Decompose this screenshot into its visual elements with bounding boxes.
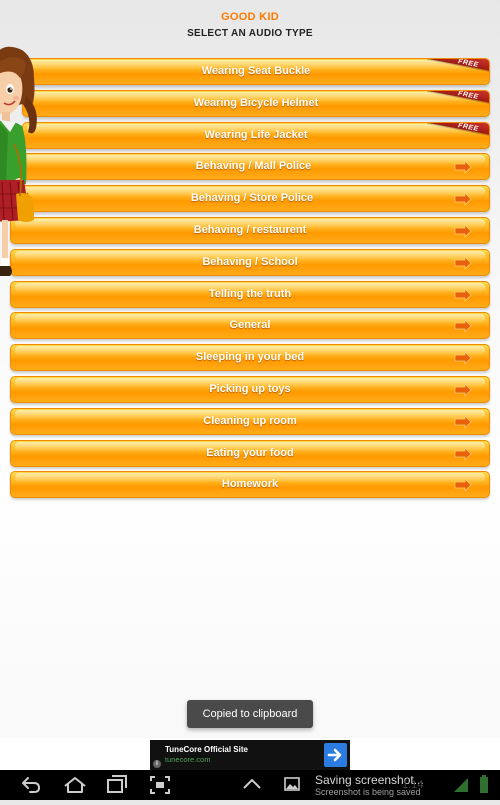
arrow-right-icon xyxy=(454,193,472,205)
menu-item-button[interactable]: Sleeping in your bed xyxy=(10,344,490,371)
screen-subtitle: SELECT AN AUDIO TYPE xyxy=(187,28,313,39)
menu-item-button[interactable]: Picking up toys xyxy=(10,376,490,403)
menu-item-label: Eating your food xyxy=(206,447,294,459)
menu-item-button[interactable]: Behaving / School xyxy=(10,249,490,276)
menu-item-button[interactable]: General xyxy=(10,312,490,339)
recent-apps-button[interactable] xyxy=(102,770,132,800)
notification-icon-area[interactable] xyxy=(280,770,310,800)
arrow-right-icon xyxy=(454,320,472,332)
clock: 1:14 xyxy=(402,779,424,791)
arrow-right-icon xyxy=(454,448,472,460)
screenshot-button[interactable] xyxy=(145,770,175,800)
menu-item-button[interactable]: Eating your food xyxy=(10,440,490,467)
home-button[interactable] xyxy=(60,770,90,800)
menu-item-button[interactable]: Telling the truth xyxy=(10,281,490,308)
menu-item-label: Homework xyxy=(221,478,279,490)
free-badge: FREE xyxy=(427,59,489,84)
arrow-right-icon xyxy=(454,161,472,173)
back-button[interactable] xyxy=(15,770,45,800)
menu-item-label: Wearing Life Jacket xyxy=(204,129,308,141)
menu-item-button[interactable]: Behaving / restaurent xyxy=(10,217,490,244)
battery-indicator xyxy=(472,770,500,800)
arrow-right-icon xyxy=(327,748,342,762)
system-nav-bar: Saving screenshot... Screenshot is being… xyxy=(0,770,500,800)
ad-open-button[interactable] xyxy=(324,743,347,767)
menu-item-label: Wearing Bicycle Helmet xyxy=(193,97,319,109)
menu-item-button[interactable]: Behaving / Store Police xyxy=(14,185,490,212)
menu-item-label: Wearing Seat Buckle xyxy=(201,65,311,77)
menu-item-label: Behaving / restaurent xyxy=(193,224,307,236)
ad-area: i TuneCore Official Site tunecore.com xyxy=(0,738,500,770)
menu-item-label: Behaving / Store Police xyxy=(190,192,314,204)
free-badge: FREE xyxy=(427,91,489,116)
menu-item-label: Telling the truth xyxy=(208,288,292,300)
menu-item-label: General xyxy=(229,319,271,331)
menu-item-label: Behaving / School xyxy=(202,256,298,268)
image-icon xyxy=(284,777,300,791)
menu-item-label: Picking up toys xyxy=(209,383,291,395)
free-badge-label: FREE xyxy=(457,91,480,101)
ad-title: TuneCore Official Site xyxy=(165,745,248,754)
ad-banner[interactable]: i TuneCore Official Site tunecore.com xyxy=(150,740,350,770)
menu-item-button[interactable]: Wearing Life Jacket FREE xyxy=(22,122,490,149)
menu-item-label: Behaving / Mall Police xyxy=(195,160,312,172)
battery-icon xyxy=(480,775,488,793)
free-badge-label: FREE xyxy=(457,59,480,69)
info-icon[interactable]: i xyxy=(153,760,161,768)
menu-item-button[interactable]: Wearing Seat Buckle FREE xyxy=(22,58,490,85)
arrow-right-icon xyxy=(454,416,472,428)
arrow-right-icon xyxy=(454,479,472,491)
home-icon xyxy=(64,777,86,793)
clipboard-toast: Copied to clipboard xyxy=(187,700,313,728)
arrow-right-icon xyxy=(454,289,472,301)
app-title: GOOD KID xyxy=(220,11,279,23)
back-icon xyxy=(22,777,41,793)
ad-url: tunecore.com xyxy=(165,755,211,764)
menu-item-button[interactable]: Homework xyxy=(10,471,490,498)
free-badge: FREE xyxy=(427,123,489,148)
girl-illustration xyxy=(0,46,37,276)
menu-up-button[interactable] xyxy=(237,770,267,800)
app-screen: GOOD KID SELECT AN AUDIO TYPE Wearing Se… xyxy=(0,0,500,738)
arrow-right-icon xyxy=(454,257,472,269)
free-badge-label: FREE xyxy=(457,123,480,133)
menu-item-button[interactable]: Cleaning up room xyxy=(10,408,490,435)
arrow-right-icon xyxy=(454,384,472,396)
arrow-right-icon xyxy=(454,352,472,364)
menu-item-button[interactable]: Behaving / Mall Police xyxy=(17,153,490,180)
menu-item-button[interactable]: Wearing Bicycle Helmet FREE xyxy=(22,90,490,117)
menu-item-label: Sleeping in your bed xyxy=(195,351,305,363)
menu-item-label: Cleaning up room xyxy=(203,415,297,427)
arrow-right-icon xyxy=(454,225,472,237)
screenshot-icon xyxy=(150,776,170,794)
recent-apps-icon xyxy=(107,775,127,793)
chevron-up-icon xyxy=(243,778,261,789)
